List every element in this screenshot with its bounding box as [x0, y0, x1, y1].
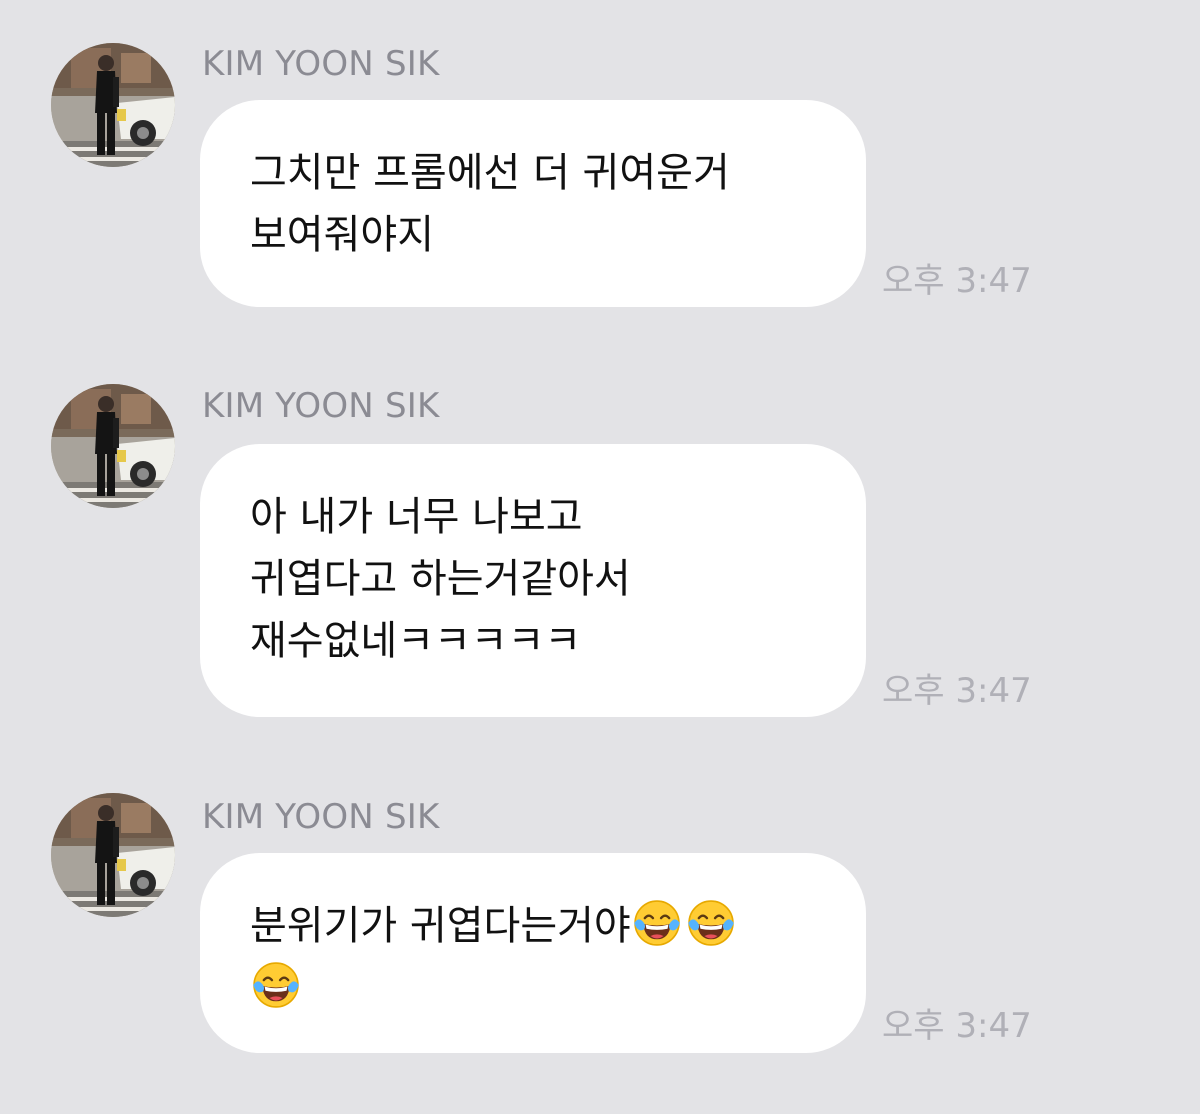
- face-with-tears-of-joy-icon: [250, 959, 302, 1011]
- message-text-line: 보여줘야지: [250, 212, 434, 258]
- profile-photo: [51, 793, 175, 917]
- avatar[interactable]: [51, 384, 175, 508]
- message-bubble[interactable]: 분위기가 귀엽다는거야: [200, 853, 866, 1053]
- sender-name: KIM YOON SIK: [202, 386, 440, 426]
- sender-name: KIM YOON SIK: [202, 797, 440, 837]
- avatar[interactable]: [51, 793, 175, 917]
- message-text-line: 귀엽다고 하는거같아서: [250, 556, 631, 602]
- message-time: 오후 3:47: [882, 1006, 1032, 1046]
- message-text-line: [250, 957, 826, 1019]
- sender-name: KIM YOON SIK: [202, 44, 440, 84]
- avatar[interactable]: [51, 43, 175, 167]
- face-with-tears-of-joy-icon: [685, 897, 737, 949]
- message-text-line: 그치만 프롬에선 더 귀여운거: [250, 150, 730, 196]
- face-with-tears-of-joy-icon: [631, 897, 683, 949]
- message-time: 오후 3:47: [882, 261, 1032, 301]
- message-text-line: 아 내가 너무 나보고: [250, 494, 583, 540]
- message-text-line: 재수없네ㅋㅋㅋㅋㅋ: [250, 618, 582, 664]
- message-bubble[interactable]: 아 내가 너무 나보고 귀엽다고 하는거같아서 재수없네ㅋㅋㅋㅋㅋ: [200, 444, 866, 717]
- message-time: 오후 3:47: [882, 671, 1032, 711]
- profile-photo: [51, 43, 175, 167]
- message-bubble[interactable]: 그치만 프롬에선 더 귀여운거 보여줘야지: [200, 100, 866, 307]
- message-text: 분위기가 귀엽다는거야: [250, 903, 631, 949]
- message-text-line: 분위기가 귀엽다는거야: [250, 895, 826, 957]
- profile-photo: [51, 384, 175, 508]
